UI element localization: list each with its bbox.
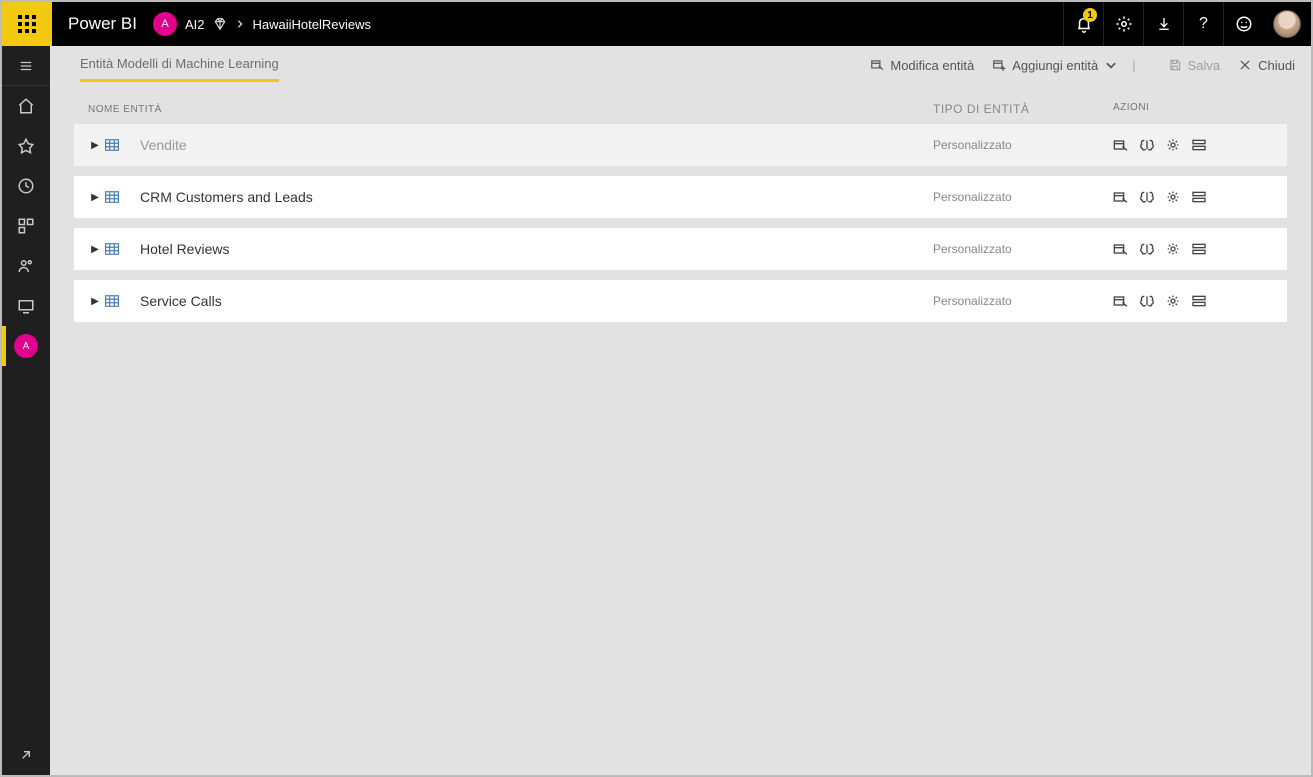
action-datasource-icon[interactable] bbox=[1191, 190, 1207, 204]
edit-entity-button[interactable]: Modifica entità bbox=[870, 58, 974, 73]
action-gear-icon[interactable] bbox=[1165, 190, 1181, 204]
notification-count-badge: 1 bbox=[1083, 8, 1097, 22]
header-type: TIPO DI ENTITÀ bbox=[933, 102, 1113, 116]
nav-current-workspace[interactable]: A bbox=[2, 326, 50, 366]
settings-button[interactable] bbox=[1103, 2, 1143, 46]
table-row[interactable]: ▶ CRM Customers and Leads Personalizzato bbox=[74, 176, 1287, 218]
edit-table-icon bbox=[870, 58, 884, 72]
action-brain-icon[interactable] bbox=[1139, 294, 1155, 308]
action-gear-icon[interactable] bbox=[1165, 294, 1181, 308]
entity-type: Personalizzato bbox=[933, 242, 1113, 256]
app-launcher-button[interactable] bbox=[2, 2, 52, 46]
add-table-icon bbox=[992, 58, 1006, 72]
clock-icon bbox=[17, 177, 35, 195]
action-datasource-icon[interactable] bbox=[1191, 242, 1207, 256]
action-edit-icon[interactable] bbox=[1113, 294, 1129, 308]
action-gear-icon[interactable] bbox=[1165, 242, 1181, 256]
nav-shared-button[interactable] bbox=[2, 246, 50, 286]
entity-type: Personalizzato bbox=[933, 294, 1113, 308]
action-brain-icon[interactable] bbox=[1139, 190, 1155, 204]
hamburger-icon bbox=[18, 59, 34, 73]
table-header: NOME ENTITÀ TIPO DI ENTITÀ AZIONI bbox=[74, 84, 1287, 124]
download-icon bbox=[1156, 16, 1172, 32]
close-icon bbox=[1238, 58, 1252, 72]
tab-entities[interactable]: Entità Modelli di Machine Learning bbox=[80, 56, 279, 82]
notifications-button[interactable]: 1 bbox=[1063, 2, 1103, 46]
gear-icon bbox=[1115, 15, 1133, 33]
arrow-out-icon bbox=[18, 747, 34, 763]
action-gear-icon[interactable] bbox=[1165, 138, 1181, 152]
expand-toggle[interactable]: ▶ bbox=[88, 140, 102, 151]
smile-icon bbox=[1235, 15, 1253, 33]
star-icon bbox=[17, 137, 35, 155]
nav-recent-button[interactable] bbox=[2, 166, 50, 206]
nav-get-data-button[interactable] bbox=[2, 735, 50, 775]
header-name: NOME ENTITÀ bbox=[88, 102, 933, 116]
entity-name: Hotel Reviews bbox=[140, 241, 933, 257]
chevron-right-icon bbox=[235, 19, 245, 29]
add-entity-label: Aggiungi entità bbox=[1012, 58, 1098, 73]
nav-favorites-button[interactable] bbox=[2, 126, 50, 166]
table-entity-icon bbox=[102, 295, 122, 307]
action-brain-icon[interactable] bbox=[1139, 138, 1155, 152]
table-row[interactable]: ▶ Vendite Personalizzato bbox=[74, 124, 1287, 166]
entity-type: Personalizzato bbox=[933, 138, 1113, 152]
entity-name: Vendite bbox=[140, 137, 933, 153]
expand-toggle[interactable]: ▶ bbox=[88, 296, 102, 307]
content-area: Entità Modelli di Machine Learning Modif… bbox=[50, 46, 1311, 775]
table-entity-icon bbox=[102, 139, 122, 151]
action-edit-icon[interactable] bbox=[1113, 242, 1129, 256]
workspace-name[interactable]: AI2 bbox=[185, 17, 205, 32]
home-icon bbox=[17, 97, 35, 115]
toolbar: Entità Modelli di Machine Learning Modif… bbox=[50, 46, 1311, 84]
close-label: Chiudi bbox=[1258, 58, 1295, 73]
expand-toggle[interactable]: ▶ bbox=[88, 192, 102, 203]
workspace-badge-small: A bbox=[14, 334, 38, 358]
toolbar-separator: | bbox=[1132, 58, 1135, 73]
nav-home-button[interactable] bbox=[2, 86, 50, 126]
close-button[interactable]: Chiudi bbox=[1238, 58, 1295, 73]
entity-name: CRM Customers and Leads bbox=[140, 189, 933, 205]
table-entity-icon bbox=[102, 191, 122, 203]
question-icon: ? bbox=[1199, 15, 1208, 33]
action-datasource-icon[interactable] bbox=[1191, 294, 1207, 308]
edit-entity-label: Modifica entità bbox=[890, 58, 974, 73]
add-entity-button[interactable]: Aggiungi entità bbox=[992, 58, 1118, 73]
waffle-icon bbox=[18, 15, 36, 33]
people-icon bbox=[17, 257, 35, 275]
help-button[interactable]: ? bbox=[1183, 2, 1223, 46]
save-label: Salva bbox=[1188, 58, 1221, 73]
action-edit-icon[interactable] bbox=[1113, 190, 1129, 204]
feedback-button[interactable] bbox=[1223, 2, 1263, 46]
brand-label: Power BI bbox=[52, 14, 153, 34]
action-brain-icon[interactable] bbox=[1139, 242, 1155, 256]
nav-workspaces-button[interactable] bbox=[2, 286, 50, 326]
table-row[interactable]: ▶ Service Calls Personalizzato bbox=[74, 280, 1287, 322]
workspace-badge[interactable]: A bbox=[153, 12, 177, 36]
breadcrumb-item[interactable]: HawaiiHotelReviews bbox=[253, 17, 372, 32]
chevron-down-icon bbox=[1104, 58, 1118, 72]
monitor-icon bbox=[17, 297, 35, 315]
user-avatar[interactable] bbox=[1273, 10, 1301, 38]
nav-collapse-button[interactable] bbox=[2, 46, 50, 86]
apps-icon bbox=[17, 217, 35, 235]
nav-apps-button[interactable] bbox=[2, 206, 50, 246]
save-icon bbox=[1168, 58, 1182, 72]
entity-type: Personalizzato bbox=[933, 190, 1113, 204]
action-edit-icon[interactable] bbox=[1113, 138, 1129, 152]
download-button[interactable] bbox=[1143, 2, 1183, 46]
entity-table: NOME ENTITÀ TIPO DI ENTITÀ AZIONI ▶ Vend… bbox=[50, 84, 1311, 332]
save-button[interactable]: Salva bbox=[1168, 58, 1221, 73]
top-bar: Power BI A AI2 HawaiiHotelReviews 1 ? bbox=[2, 2, 1311, 46]
header-actions: AZIONI bbox=[1113, 102, 1273, 116]
premium-diamond-icon bbox=[213, 17, 227, 31]
action-datasource-icon[interactable] bbox=[1191, 138, 1207, 152]
table-entity-icon bbox=[102, 243, 122, 255]
entity-name: Service Calls bbox=[140, 293, 933, 309]
left-nav: A bbox=[2, 46, 50, 775]
table-row[interactable]: ▶ Hotel Reviews Personalizzato bbox=[74, 228, 1287, 270]
expand-toggle[interactable]: ▶ bbox=[88, 244, 102, 255]
